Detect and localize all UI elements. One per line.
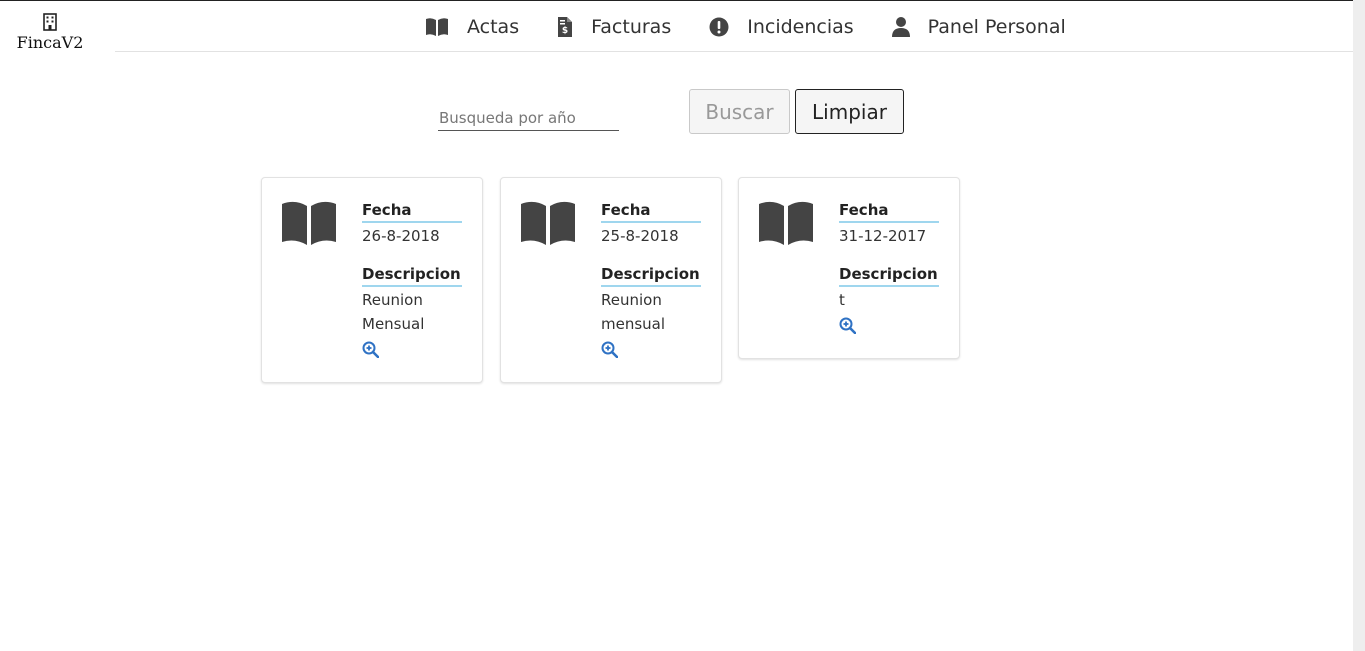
limpiar-button[interactable]: Limpiar: [795, 89, 904, 134]
nav-item-panel-personal[interactable]: Panel Personal: [891, 11, 1066, 43]
fecha-label: Fecha: [601, 200, 701, 223]
descripcion-line: mensual: [601, 315, 666, 333]
book-open-icon: [282, 201, 336, 245]
descripcion-line: t: [839, 291, 845, 309]
building-icon: [43, 13, 57, 31]
acta-info: Fecha 26-8-2018 Descripcion Reunion Mens…: [362, 200, 462, 362]
nav-item-label: Panel Personal: [927, 16, 1066, 38]
user-icon: [891, 17, 910, 37]
nav-item-facturas[interactable]: $ Facturas: [557, 11, 671, 43]
brand-name: FincaV2: [16, 33, 84, 52]
vertical-scrollbar[interactable]: [1353, 0, 1365, 651]
zoom-in-icon[interactable]: [839, 317, 856, 334]
descripcion-label: Descripcion: [601, 264, 701, 287]
acta-card: Fecha 31-12-2017 Descripcion t: [738, 177, 960, 359]
nav-item-incidencias[interactable]: Incidencias: [709, 11, 854, 43]
top-nav: Actas $ Facturas Incidencias Panel Perso…: [425, 11, 1066, 43]
descripcion-label: Descripcion: [362, 264, 462, 287]
exclamation-circle-icon: [709, 17, 729, 37]
descripcion-line: Reunion: [362, 291, 423, 309]
nav-item-actas[interactable]: Actas: [425, 11, 519, 43]
book-open-icon: [759, 201, 813, 245]
search-area: Buscar Limpiar: [438, 89, 918, 135]
fecha-value: 25-8-2018: [601, 227, 679, 245]
book-open-icon: [426, 18, 448, 36]
acta-info: Fecha 25-8-2018 Descripcion Reunion mens…: [601, 200, 701, 362]
year-search-input[interactable]: [438, 105, 619, 131]
book-open-icon: [521, 201, 575, 245]
descripcion-value: t: [839, 288, 939, 312]
nav-item-label: Incidencias: [747, 16, 854, 38]
descripcion-label: Descripcion: [839, 264, 939, 287]
fecha-value: 31-12-2017: [839, 227, 927, 245]
page: FincaV2 Actas $ Facturas Incidencias Pan…: [0, 0, 1353, 651]
descripcion-value: Reunion mensual: [601, 288, 701, 336]
svg-text:$: $: [562, 26, 568, 36]
acta-card: Fecha 26-8-2018 Descripcion Reunion Mens…: [261, 177, 483, 383]
nav-item-label: Facturas: [591, 16, 672, 38]
nav-item-label: Actas: [467, 16, 520, 38]
fecha-label: Fecha: [839, 200, 939, 223]
acta-card: Fecha 25-8-2018 Descripcion Reunion mens…: [500, 177, 722, 383]
fecha-label: Fecha: [362, 200, 462, 223]
descripcion-line: Reunion: [601, 291, 662, 309]
nav-divider: [115, 51, 1353, 52]
descripcion-value: Reunion Mensual: [362, 288, 462, 336]
zoom-in-icon[interactable]: [362, 341, 379, 358]
fecha-value: 26-8-2018: [362, 227, 440, 245]
brand[interactable]: FincaV2: [10, 13, 90, 52]
acta-info: Fecha 31-12-2017 Descripcion t: [839, 200, 939, 338]
descripcion-line: Mensual: [362, 315, 425, 333]
buscar-button[interactable]: Buscar: [689, 89, 790, 134]
zoom-in-icon[interactable]: [601, 341, 618, 358]
file-invoice-dollar-icon: $: [558, 17, 573, 37]
